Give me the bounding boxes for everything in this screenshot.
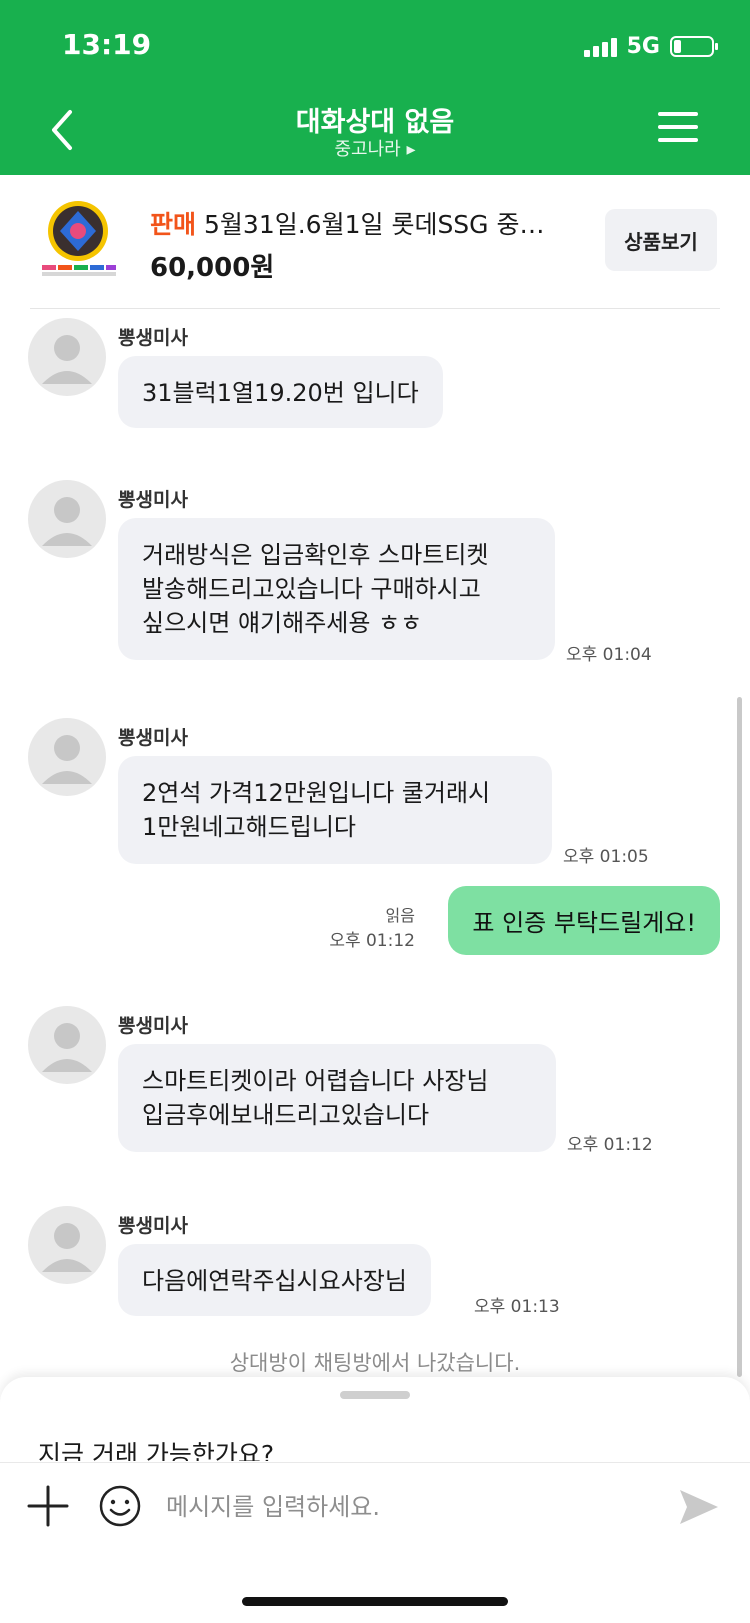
sender-name: 뽕생미사	[118, 327, 188, 349]
message-input[interactable]	[166, 1487, 626, 1527]
message-line: 발송해드리고있습니다 구매하시고	[142, 575, 481, 603]
send-button[interactable]	[678, 1487, 720, 1527]
message-line: 스마트티켓이라 어렵습니다 사장님	[142, 1067, 489, 1095]
message-time: 오후 01:13	[474, 1297, 560, 1317]
divider	[0, 1462, 750, 1463]
sale-tag: 판매	[150, 210, 197, 239]
bottom-sheet: 지금 거래 가능한가요?	[0, 1377, 750, 1623]
view-product-button[interactable]: 상품보기	[605, 209, 717, 271]
sender-name: 뽕생미사	[118, 727, 188, 749]
send-icon	[680, 1490, 718, 1524]
product-price: 60,000원	[150, 253, 275, 283]
header: 13:19 5G 대화상대 없음 중고나라 ▸	[0, 0, 750, 175]
product-title: 5월31일.6월1일 롯데SSG 중…	[204, 210, 545, 239]
attach-button[interactable]	[26, 1484, 70, 1528]
system-message: 상대방이 채팅방에서 나갔습니다.	[229, 1351, 521, 1375]
plus-icon	[27, 1485, 69, 1527]
scrollbar[interactable]	[737, 697, 742, 1377]
avatar[interactable]	[28, 318, 106, 396]
emoji-button[interactable]	[98, 1484, 142, 1528]
sender-name: 뽕생미사	[118, 1015, 188, 1037]
message-bubble[interactable]: 거래방식은 입금확인후 스마트티켓 발송해드리고있습니다 구매하시고 싶으시면 …	[118, 518, 555, 660]
message-line: 거래방식은 입금확인후 스마트티켓	[142, 541, 489, 569]
divider	[30, 308, 720, 309]
avatar[interactable]	[28, 1006, 106, 1084]
message-line: 입금후에보내드리고있습니다	[142, 1101, 430, 1129]
sender-name: 뽕생미사	[118, 1215, 188, 1237]
battery-icon	[670, 36, 718, 57]
message-line: 1만원네고해드립니다	[142, 813, 356, 841]
message-bubble[interactable]: 스마트티켓이라 어렵습니다 사장님 입금후에보내드리고있습니다	[118, 1044, 556, 1152]
message-time: 오후 01:04	[566, 645, 652, 665]
product-card[interactable]: 판매 5월31일.6월1일 롯데SSG 중… 60,000원 상품보기	[0, 175, 750, 310]
read-receipt: 읽음	[385, 906, 415, 925]
product-title-line: 판매 5월31일.6월1일 롯데SSG 중…	[150, 205, 580, 241]
message-time: 오후 01:05	[563, 847, 649, 867]
signal-icon	[583, 37, 617, 57]
message-bubble[interactable]: 다음에연락주십시요사장님	[118, 1244, 431, 1316]
chat-subtitle[interactable]: 중고나라 ▸	[0, 135, 750, 161]
network-label: 5G	[626, 34, 660, 59]
quick-reply[interactable]: 지금 거래 가능한가요?	[38, 1435, 638, 1461]
message-bubble[interactable]: 31블럭1열19.20번 입니다	[118, 356, 443, 428]
message-time: 오후 01:12	[567, 1135, 653, 1155]
avatar[interactable]	[28, 480, 106, 558]
chat-title: 대화상대 없음	[295, 107, 455, 138]
drag-handle[interactable]	[340, 1391, 410, 1399]
avatar[interactable]	[28, 718, 106, 796]
message-line: 2연석 가격12만원입니다 쿨거래시	[142, 779, 491, 807]
menu-button[interactable]	[658, 112, 698, 146]
sender-name: 뽕생미사	[118, 489, 188, 511]
message-time: 오후 01:12	[329, 931, 415, 951]
status-icons: 5G	[583, 34, 718, 59]
message-line: 싶으시면 얘기해주세용 ㅎㅎ	[142, 609, 423, 637]
home-indicator	[242, 1597, 508, 1606]
product-thumbnail[interactable]	[36, 197, 120, 281]
smiley-icon	[99, 1485, 141, 1527]
avatar[interactable]	[28, 1206, 106, 1284]
message-bubble[interactable]: 2연석 가격12만원입니다 쿨거래시 1만원네고해드립니다	[118, 756, 552, 864]
status-time: 13:19	[62, 28, 152, 61]
my-message-bubble[interactable]: 표 인증 부탁드릴게요!	[448, 886, 720, 955]
